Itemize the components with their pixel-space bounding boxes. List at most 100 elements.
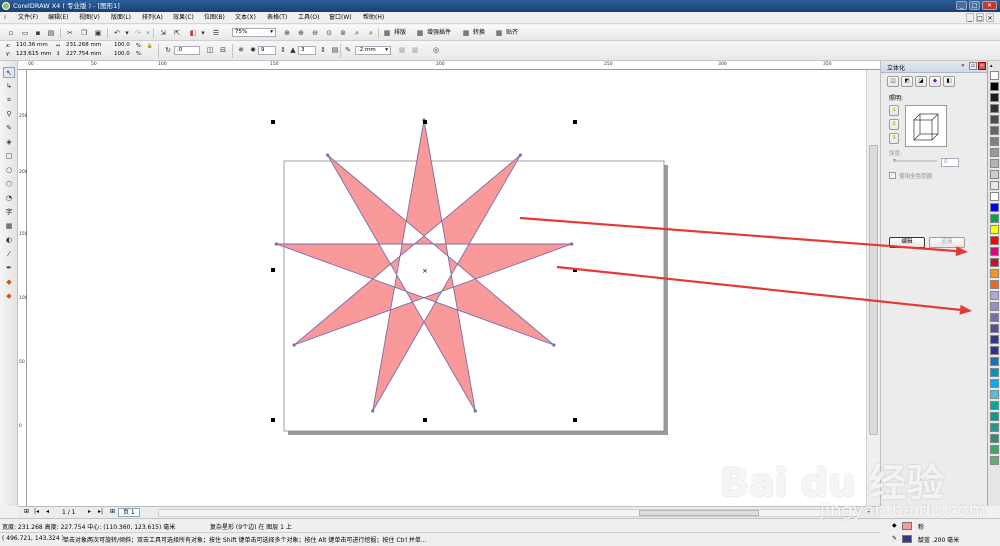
paste-icon[interactable]: ▣ xyxy=(93,28,103,38)
freehand-tool-icon[interactable]: ✎ xyxy=(3,123,15,134)
menu-effects[interactable]: 效果(C) xyxy=(171,12,196,24)
star-points-field[interactable]: 9 xyxy=(258,46,276,55)
undo-dropdown-icon[interactable]: ▾ xyxy=(122,28,132,38)
menu-file[interactable]: 文件(F) xyxy=(16,12,40,24)
points-spinner-icon[interactable]: ⇕ xyxy=(278,45,288,55)
intensity-value-field[interactable]: 0 xyxy=(941,158,959,167)
palette-swatch[interactable] xyxy=(990,159,999,168)
palette-swatch[interactable] xyxy=(990,335,999,344)
outline-width-field[interactable]: .2 mm ▾ xyxy=(355,46,391,55)
palette-swatch[interactable] xyxy=(990,324,999,333)
paiban-button[interactable]: 排版 xyxy=(394,28,406,38)
tieqi-button[interactable]: 贴齐 xyxy=(506,28,518,38)
palette-swatch[interactable] xyxy=(990,456,999,465)
palette-swatch[interactable] xyxy=(990,423,999,432)
edit-button[interactable]: 编辑 xyxy=(889,237,925,248)
menu-edit[interactable]: 编辑(E) xyxy=(46,12,70,24)
selection-handle[interactable] xyxy=(573,418,577,422)
menu-arrange[interactable]: 排列(A) xyxy=(140,12,165,24)
menu-text[interactable]: 文本(X) xyxy=(233,12,258,24)
star-node[interactable] xyxy=(325,153,330,157)
polygon-tool-icon[interactable]: ⬡ xyxy=(3,179,15,190)
palette-swatch[interactable] xyxy=(990,368,999,377)
extrude-rotate-icon[interactable]: ◩ xyxy=(901,76,913,87)
sharpness-spinner-icon[interactable]: ⇕ xyxy=(318,45,328,55)
palette-swatch[interactable] xyxy=(990,445,999,454)
palette-swatch[interactable] xyxy=(990,313,999,322)
export-icon[interactable]: ⇱ xyxy=(172,28,182,38)
doc-minimize-button[interactable]: _ xyxy=(966,13,974,22)
palette-swatch[interactable] xyxy=(990,390,999,399)
zoom-tool-icon[interactable]: ⚲ xyxy=(3,109,15,120)
doc-close-button[interactable]: ✕ xyxy=(986,13,994,22)
selection-handle[interactable] xyxy=(423,120,427,124)
docker-expand-icon[interactable]: » xyxy=(961,62,965,69)
extrude-bevel-icon[interactable]: ◧ xyxy=(943,76,955,87)
zoom-width-icon[interactable]: ⌕ xyxy=(366,28,376,38)
menu-bitmaps[interactable]: 位图(B) xyxy=(202,12,227,24)
menu-tools[interactable]: 工具(O) xyxy=(296,12,321,24)
smart-fill-tool-icon[interactable]: ◈ xyxy=(3,137,15,148)
zoom-in-icon[interactable]: ⊕ xyxy=(296,28,306,38)
palette-swatch[interactable] xyxy=(990,214,999,223)
close-button[interactable]: ✕ xyxy=(982,1,997,10)
zoom-all-icon[interactable]: ⊚ xyxy=(338,28,348,38)
selection-handle[interactable] xyxy=(271,120,275,124)
palette-swatch[interactable] xyxy=(990,357,999,366)
mirror-vertical-icon[interactable]: ⊟ xyxy=(218,45,228,55)
zoom-out-icon[interactable]: ⊖ xyxy=(310,28,320,38)
horizontal-ruler[interactable]: 00 50 100 150 200 250 300 350 xyxy=(18,61,880,70)
star-node[interactable] xyxy=(371,409,375,413)
new-icon[interactable]: ▫ xyxy=(6,28,16,38)
palette-swatch[interactable] xyxy=(990,203,999,212)
undo-icon[interactable]: ↶ xyxy=(112,28,122,38)
palette-swatch[interactable] xyxy=(990,401,999,410)
vertical-scroll-thumb[interactable] xyxy=(869,145,878,435)
intensity-slider-handle-icon[interactable]: ▾ xyxy=(893,157,896,164)
rectangle-tool-icon[interactable]: □ xyxy=(3,151,15,162)
launcher-dropdown-icon[interactable]: ▾ xyxy=(198,28,208,38)
palette-swatch[interactable] xyxy=(990,412,999,421)
menu-table[interactable]: 表格(T) xyxy=(265,12,289,24)
angle-field[interactable]: .0 xyxy=(174,46,200,55)
basic-shapes-tool-icon[interactable]: ◔ xyxy=(3,193,15,204)
star-node[interactable] xyxy=(570,242,574,246)
first-page-icon[interactable]: ⊞ xyxy=(24,508,29,515)
to-back-icon[interactable]: ▦ xyxy=(410,45,420,55)
intensity-slider[interactable] xyxy=(893,160,937,162)
palette-swatch[interactable] xyxy=(990,126,999,135)
full-color-range-checkbox[interactable]: ✓ xyxy=(889,172,896,179)
palette-swatch[interactable] xyxy=(990,379,999,388)
palette-swatch[interactable] xyxy=(990,192,999,201)
palette-swatch[interactable] xyxy=(990,280,999,289)
outline-tool-icon[interactable]: ✒ xyxy=(3,263,15,274)
selection-handle[interactable] xyxy=(271,268,275,272)
prev-page-first-icon[interactable]: |◂ xyxy=(34,508,39,515)
x-position-field[interactable]: 110.36 mm xyxy=(14,42,52,51)
pick-tool-icon[interactable]: ↖ xyxy=(3,67,15,78)
menu-help[interactable]: 帮助(H) xyxy=(361,12,386,24)
cut-icon[interactable]: ✂ xyxy=(65,28,75,38)
crop-tool-icon[interactable]: ⌗ xyxy=(3,95,15,106)
palette-swatch[interactable] xyxy=(990,71,999,80)
palette-swatch[interactable] xyxy=(990,82,999,91)
application-launcher-icon[interactable]: ◧ xyxy=(188,28,198,38)
y-position-field[interactable]: 123.615 mm xyxy=(14,51,52,60)
palette-swatch[interactable] xyxy=(990,302,999,311)
extrude-light-icon[interactable]: ◪ xyxy=(915,76,927,87)
interactive-tool-icon[interactable]: ◐ xyxy=(3,235,15,246)
zoom-tool-icon[interactable]: ⊕ xyxy=(282,28,292,38)
open-icon[interactable]: ▭ xyxy=(20,28,30,38)
paiban-icon[interactable]: ▦ xyxy=(382,28,392,38)
eyedropper-tool-icon[interactable]: ⁄ xyxy=(3,249,15,260)
star-node[interactable] xyxy=(552,343,556,347)
docker-dock-icon[interactable]: ▫ xyxy=(969,62,977,70)
zoom-selected-icon[interactable]: ⊙ xyxy=(324,28,334,38)
selection-handle[interactable] xyxy=(573,120,577,124)
height-field[interactable]: 227.754 mm xyxy=(64,51,106,60)
zoom-page-icon[interactable]: ⌕ xyxy=(352,28,362,38)
text-tool-icon[interactable]: 字 xyxy=(3,207,15,218)
palette-swatch[interactable] xyxy=(990,115,999,124)
drawing-canvas[interactable]: × xyxy=(27,70,866,506)
fill-tool-icon[interactable]: ◆ xyxy=(3,277,15,288)
